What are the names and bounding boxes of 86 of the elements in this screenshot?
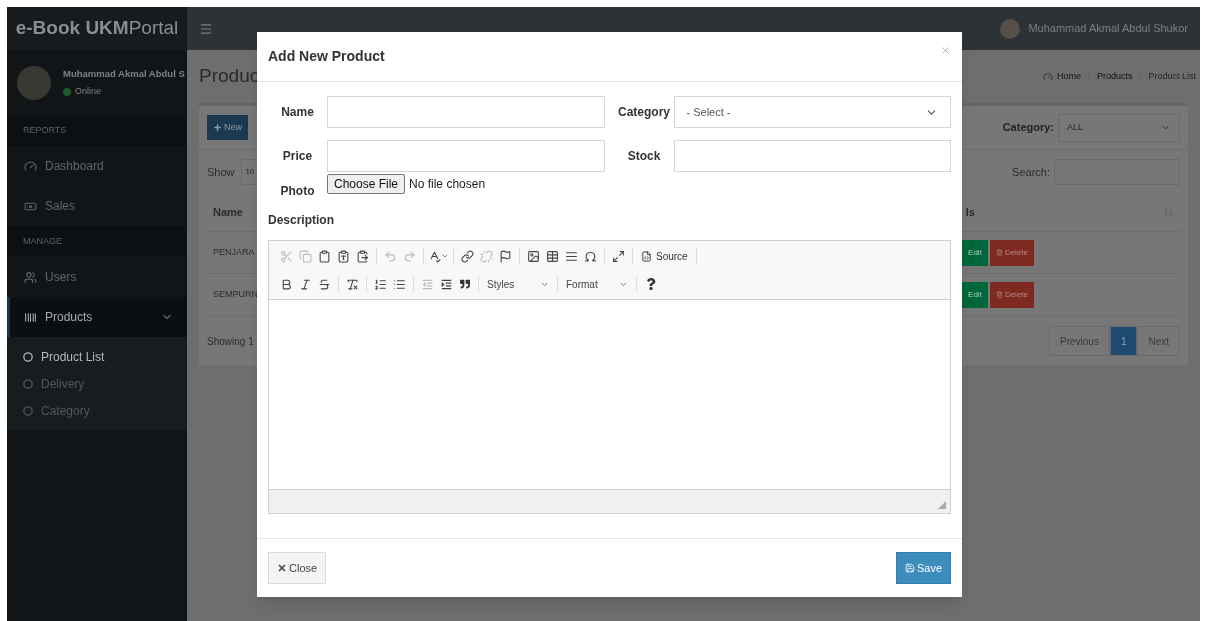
- status-text: Online: [75, 84, 101, 98]
- toolbar-icon[interactable]: [393, 277, 406, 291]
- submenu-item[interactable]: Category: [7, 397, 187, 424]
- edit-button[interactable]: Edit: [962, 281, 988, 308]
- help-icon[interactable]: [645, 278, 657, 290]
- delete-button[interactable]: Delete: [989, 239, 1034, 266]
- new-button[interactable]: New: [207, 115, 248, 140]
- field-label: Price: [281, 148, 314, 165]
- source-icon: [641, 250, 652, 262]
- toolbar-icon[interactable]: [280, 277, 293, 291]
- table-cell-text: SEMPURN: [213, 287, 258, 301]
- indent-icon[interactable]: [441, 278, 452, 290]
- close-button[interactable]: Close: [268, 552, 327, 584]
- menu-item[interactable]: Sales: [7, 186, 187, 226]
- page-title: Produc: [199, 64, 260, 89]
- toolbar-icon[interactable]: [527, 249, 540, 263]
- blockquote-icon[interactable]: [460, 279, 470, 289]
- pagination-button[interactable]: Previous: [1048, 326, 1110, 356]
- spellcheck-dropdown[interactable]: [428, 249, 449, 263]
- caret-icon: [441, 252, 449, 260]
- filter-label: Category:: [1002, 120, 1054, 136]
- column-header[interactable]: Name: [213, 204, 243, 221]
- toolbar-icon[interactable]: [346, 277, 359, 291]
- delete-button[interactable]: Delete: [989, 281, 1034, 308]
- search-label: Search:: [1012, 164, 1050, 180]
- toolbar-icon[interactable]: [337, 249, 350, 263]
- field-label: Name: [280, 104, 315, 121]
- section-header: REPORTS: [23, 123, 67, 137]
- menu-item[interactable]: Dashboard: [7, 146, 187, 186]
- styles-dropdown[interactable]: Styles: [483, 276, 553, 292]
- select-field[interactable]: - Select -: [673, 96, 951, 128]
- circle-icon: [23, 351, 33, 362]
- file-status: No file chosen: [409, 176, 486, 193]
- menu-item[interactable]: Users: [7, 257, 187, 297]
- toolbar-icon[interactable]: [374, 277, 387, 291]
- field-label: Photo: [279, 183, 316, 200]
- toolbar-icon[interactable]: [318, 249, 331, 263]
- input-field[interactable]: [327, 140, 605, 172]
- input-field[interactable]: [673, 140, 951, 172]
- toolbar-icon[interactable]: [318, 277, 331, 291]
- format-dropdown[interactable]: Format: [562, 276, 632, 292]
- resize-handle-icon[interactable]: [938, 501, 946, 509]
- submenu-item[interactable]: Product List: [7, 343, 187, 370]
- edit-button[interactable]: Edit: [962, 239, 988, 266]
- toolbar-icon[interactable]: [499, 249, 512, 263]
- avatar: [17, 65, 51, 100]
- toolbar-icon[interactable]: [461, 249, 474, 263]
- submenu-item[interactable]: Delivery: [7, 370, 187, 397]
- breadcrumb-link[interactable]: Products: [1096, 69, 1133, 84]
- x-icon: [277, 563, 287, 573]
- toolbar-icon[interactable]: [565, 249, 578, 263]
- pagination-button[interactable]: 1: [1109, 326, 1138, 356]
- toolbar-icon[interactable]: [612, 249, 625, 263]
- menu-item[interactable]: Products: [7, 297, 187, 337]
- trash-icon: [995, 291, 1003, 298]
- pagination-button[interactable]: Next: [1137, 326, 1180, 356]
- field-label: Description: [268, 212, 335, 229]
- spellcheck-icon: [428, 249, 441, 263]
- save-button[interactable]: Save: [895, 552, 951, 584]
- toolbar-icon[interactable]: [356, 249, 369, 263]
- brand-logo[interactable]: e-Book UKMPortal: [7, 7, 187, 50]
- input-field[interactable]: [327, 96, 605, 128]
- section-header: MANAGE: [23, 234, 62, 248]
- avatar: [1000, 18, 1021, 39]
- trash-icon: [995, 249, 1003, 256]
- plus-icon: [213, 123, 222, 132]
- table-info: Showing 1: [207, 334, 254, 349]
- field-label: Stock: [626, 148, 662, 165]
- field-label: Category: [617, 104, 671, 121]
- toolbar-icon[interactable]: [584, 249, 597, 263]
- breadcrumb-link[interactable]: Home: [1056, 69, 1081, 84]
- breadcrumb-link[interactable]: Product List: [1148, 69, 1196, 84]
- user-name: Muhammad Akmal Abdul S: [63, 66, 185, 81]
- show-label: Show: [207, 164, 235, 180]
- circle-icon: [23, 405, 33, 416]
- modal-title: Add New Product: [268, 47, 385, 66]
- save-icon: [904, 563, 915, 573]
- column-header[interactable]: ls: [965, 204, 975, 221]
- circle-icon: [23, 378, 33, 389]
- user-name[interactable]: Muhammad Akmal Abdul Shukor: [1028, 20, 1188, 37]
- choose-file-button[interactable]: Choose File: [327, 174, 406, 194]
- table-cell-text: PENJARA: [213, 245, 255, 259]
- source-button[interactable]: Source: [637, 248, 692, 264]
- toolbar-icon[interactable]: [299, 277, 312, 291]
- toolbar-icon[interactable]: [546, 249, 559, 263]
- category-select[interactable]: ALL: [1058, 113, 1180, 142]
